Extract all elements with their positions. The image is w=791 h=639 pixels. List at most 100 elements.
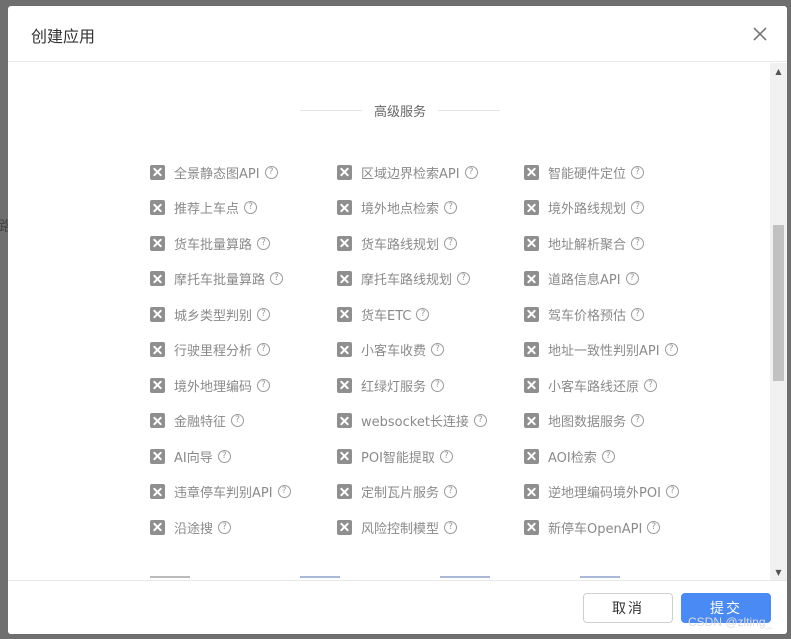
help-icon[interactable]: ?	[601, 449, 615, 463]
help-icon[interactable]: ?	[464, 165, 478, 179]
service-checkbox-item[interactable]: 小客车路线还原?	[524, 376, 724, 395]
disabled-checkbox-icon[interactable]	[524, 519, 539, 535]
disabled-checkbox-icon[interactable]	[337, 164, 352, 180]
help-icon[interactable]: ?	[439, 449, 453, 463]
help-icon[interactable]: ?	[444, 201, 458, 214]
service-checkbox-item[interactable]: AI向导?	[150, 447, 337, 466]
disabled-checkbox-icon[interactable]	[337, 519, 352, 535]
service-checkbox-item[interactable]: 行驶里程分析?	[150, 341, 337, 359]
service-checkbox-item[interactable]: 摩托车批量算路?	[150, 270, 337, 288]
service-checkbox-item[interactable]: 违章停车判别API?	[150, 483, 337, 501]
help-icon[interactable]: ?	[631, 165, 645, 179]
scroll-thumb[interactable]	[773, 225, 784, 381]
help-icon[interactable]: ?	[631, 307, 645, 321]
help-icon[interactable]: ?	[444, 485, 458, 498]
service-checkbox-item[interactable]: 城乡类型判别?	[150, 305, 337, 324]
help-icon[interactable]: ?	[647, 520, 661, 534]
service-checkbox-item[interactable]: 货车ETC?	[337, 305, 524, 324]
disabled-checkbox-icon[interactable]	[524, 413, 539, 428]
help-icon[interactable]: ?	[444, 520, 458, 534]
service-checkbox-item[interactable]: 驾车价格预估?	[524, 305, 724, 324]
scroll-down-arrow-icon[interactable]: ▼	[770, 564, 787, 581]
service-checkbox-item[interactable]: 货车批量算路?	[150, 234, 337, 253]
disabled-checkbox-icon[interactable]	[150, 271, 165, 286]
service-checkbox-item[interactable]: 逆地理编码境外POI?	[524, 483, 724, 501]
service-checkbox-item[interactable]: 新停车OpenAPI?	[524, 518, 724, 537]
help-icon[interactable]: ?	[217, 449, 231, 463]
disabled-checkbox-icon[interactable]	[337, 413, 352, 428]
disabled-checkbox-icon[interactable]	[150, 519, 165, 535]
help-icon[interactable]: ?	[431, 378, 445, 392]
help-icon[interactable]: ?	[264, 165, 278, 179]
help-icon[interactable]: ?	[231, 414, 245, 427]
service-checkbox-item[interactable]: 沿途搜?	[150, 518, 337, 537]
help-icon[interactable]: ?	[244, 201, 258, 214]
service-checkbox-item[interactable]: 定制瓦片服务?	[337, 483, 524, 501]
service-checkbox-item[interactable]: 境外路线规划?	[524, 199, 724, 217]
service-checkbox-item[interactable]: 地址解析聚合?	[524, 234, 724, 253]
help-icon[interactable]: ?	[631, 236, 645, 250]
disabled-checkbox-icon[interactable]	[337, 200, 352, 215]
disabled-checkbox-icon[interactable]	[150, 164, 165, 180]
disabled-checkbox-icon[interactable]	[337, 235, 352, 251]
service-checkbox-item[interactable]: 道路信息API?	[524, 270, 724, 288]
disabled-checkbox-icon[interactable]	[150, 448, 165, 464]
disabled-checkbox-icon[interactable]	[337, 377, 352, 393]
cancel-button[interactable]: 取消	[583, 593, 673, 623]
disabled-checkbox-icon[interactable]	[337, 448, 352, 464]
service-checkbox-item[interactable]: 摩托车路线规划?	[337, 270, 524, 288]
service-checkbox-item[interactable]: POI智能提取?	[337, 447, 524, 466]
disabled-checkbox-icon[interactable]	[150, 377, 165, 393]
help-icon[interactable]: ?	[257, 378, 271, 392]
service-checkbox-item[interactable]: 境外地理编码?	[150, 376, 337, 395]
disabled-checkbox-icon[interactable]	[337, 306, 352, 322]
service-checkbox-item[interactable]: 地址一致性判别API?	[524, 341, 724, 359]
help-icon[interactable]: ?	[665, 485, 679, 498]
help-icon[interactable]: ?	[218, 520, 232, 534]
scroll-up-arrow-icon[interactable]: ▲	[770, 63, 787, 80]
vertical-scrollbar[interactable]: ▲ ▼	[770, 63, 787, 581]
disabled-checkbox-icon[interactable]	[337, 484, 352, 499]
disabled-checkbox-icon[interactable]	[524, 342, 539, 357]
disabled-checkbox-icon[interactable]	[337, 271, 352, 286]
disabled-checkbox-icon[interactable]	[524, 164, 539, 180]
disabled-checkbox-icon[interactable]	[150, 235, 165, 251]
service-checkbox-item[interactable]: 推荐上车点?	[150, 199, 337, 217]
disabled-checkbox-icon[interactable]	[524, 448, 539, 464]
help-icon[interactable]: ?	[257, 236, 271, 250]
service-checkbox-item[interactable]: 区域边界检索API?	[337, 163, 524, 182]
help-icon[interactable]: ?	[270, 272, 284, 285]
close-icon[interactable]	[748, 22, 772, 46]
help-icon[interactable]: ?	[431, 343, 445, 356]
disabled-checkbox-icon[interactable]	[524, 484, 539, 499]
disabled-checkbox-icon[interactable]	[524, 200, 539, 215]
help-icon[interactable]: ?	[277, 485, 291, 498]
help-icon[interactable]: ?	[631, 201, 645, 214]
disabled-checkbox-icon[interactable]	[150, 200, 165, 215]
disabled-checkbox-icon[interactable]	[524, 235, 539, 251]
service-checkbox-item[interactable]: 货车路线规划?	[337, 234, 524, 253]
service-checkbox-item[interactable]: 全景静态图API?	[150, 163, 337, 182]
service-checkbox-item[interactable]: 智能硬件定位?	[524, 163, 724, 182]
disabled-checkbox-icon[interactable]	[524, 306, 539, 322]
help-icon[interactable]: ?	[625, 272, 639, 285]
service-checkbox-item[interactable]: websocket长连接?	[337, 412, 524, 430]
help-icon[interactable]: ?	[444, 236, 458, 250]
disabled-checkbox-icon[interactable]	[337, 342, 352, 357]
disabled-checkbox-icon[interactable]	[150, 306, 165, 322]
help-icon[interactable]: ?	[631, 414, 645, 427]
disabled-checkbox-icon[interactable]	[150, 413, 165, 428]
service-checkbox-item[interactable]: 风险控制模型?	[337, 518, 524, 537]
help-icon[interactable]: ?	[473, 414, 487, 427]
disabled-checkbox-icon[interactable]	[150, 484, 165, 499]
help-icon[interactable]: ?	[644, 378, 658, 392]
help-icon[interactable]: ?	[257, 307, 271, 321]
help-icon[interactable]: ?	[416, 307, 430, 321]
help-icon[interactable]: ?	[257, 343, 271, 356]
service-checkbox-item[interactable]: 小客车收费?	[337, 341, 524, 359]
help-icon[interactable]: ?	[664, 343, 678, 356]
disabled-checkbox-icon[interactable]	[524, 377, 539, 393]
service-checkbox-item[interactable]: 地图数据服务?	[524, 412, 724, 430]
disabled-checkbox-icon[interactable]	[150, 342, 165, 357]
service-checkbox-item[interactable]: 红绿灯服务?	[337, 376, 524, 395]
